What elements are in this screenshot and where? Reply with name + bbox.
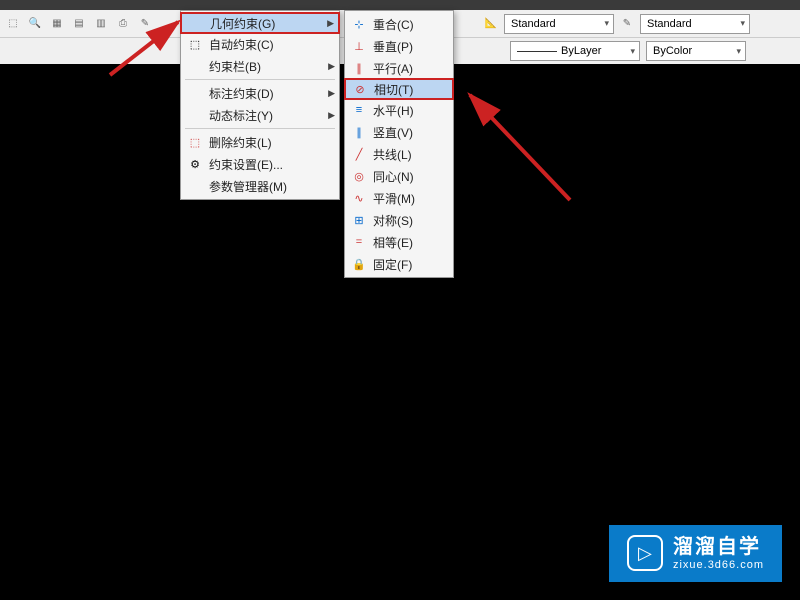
submenu-item-symmetric[interactable]: ⊞ 对称(S) (345, 209, 453, 231)
menu-label: 动态标注(Y) (209, 107, 321, 124)
chevron-right-icon: ▶ (328, 88, 335, 99)
submenu-item-equal[interactable]: = 相等(E) (345, 231, 453, 253)
color-combo[interactable]: ByColor (646, 41, 746, 61)
menu-label: 同心(N) (373, 168, 435, 185)
menu-label: 固定(F) (373, 256, 435, 273)
tool-icon[interactable]: ⎙ (114, 15, 132, 33)
tool-icon[interactable]: ⬚ (4, 15, 22, 33)
menu-item-settings[interactable]: ⚙ 约束设置(E)... (181, 153, 339, 175)
geometric-submenu: ⊹ 重合(C) ⊥ 垂直(P) ∥ 平行(A) ⊘ 相切(T) ≡ 水平(H) … (344, 10, 454, 278)
submenu-item-coincident[interactable]: ⊹ 重合(C) (345, 13, 453, 35)
menu-label: 垂直(P) (373, 38, 435, 55)
menu-label: 平滑(M) (373, 190, 435, 207)
blank-icon (185, 107, 205, 123)
constraint-menu: 几何约束(G) ▶ ⬚ 自动约束(C) 约束栏(B) ▶ 标注约束(D) ▶ 动… (180, 10, 340, 200)
menu-item-delete[interactable]: ⬚ 删除约束(L) (181, 131, 339, 153)
combo-value: ByLayer (561, 45, 601, 57)
combo-value: ByColor (653, 45, 692, 57)
submenu-item-concentric[interactable]: ◎ 同心(N) (345, 165, 453, 187)
combo-value: Standard (511, 18, 556, 30)
tool-icon[interactable]: ▦ (48, 15, 66, 33)
submenu-item-perpendicular[interactable]: ⊥ 垂直(P) (345, 35, 453, 57)
menu-label: 自动约束(C) (209, 36, 321, 53)
menu-label: 参数管理器(M) (209, 178, 321, 195)
vertical-icon: ∥ (349, 124, 369, 140)
concentric-icon: ◎ (349, 168, 369, 184)
menu-separator (185, 79, 335, 80)
chevron-right-icon: ▶ (328, 61, 335, 72)
tool-icon[interactable]: 📐 (482, 15, 500, 33)
style-combo-1[interactable]: Standard (504, 14, 614, 34)
menu-item-auto[interactable]: ⬚ 自动约束(C) (181, 33, 339, 55)
submenu-item-collinear[interactable]: ╱ 共线(L) (345, 143, 453, 165)
blank-icon (185, 178, 205, 194)
menu-label: 约束栏(B) (209, 58, 321, 75)
title-bar (0, 0, 800, 10)
delete-constraint-icon: ⬚ (185, 134, 205, 150)
menu-label: 竖直(V) (373, 124, 435, 141)
auto-constraint-icon: ⬚ (185, 36, 205, 52)
symmetric-icon: ⊞ (349, 212, 369, 228)
menu-label: 删除约束(L) (209, 134, 321, 151)
tool-icon[interactable]: 🔍 (26, 15, 44, 33)
perpendicular-icon: ⊥ (349, 38, 369, 54)
watermark: ▷ 溜溜自学 zixue.3d66.com (609, 525, 782, 582)
coincident-icon: ⊹ (349, 16, 369, 32)
menu-item-geometric[interactable]: 几何约束(G) ▶ (180, 12, 340, 34)
linetype-combo[interactable]: ByLayer (510, 41, 640, 61)
menu-label: 相切(T) (374, 81, 434, 98)
menu-label: 几何约束(G) (210, 15, 320, 32)
tool-icon[interactable]: ▥ (92, 15, 110, 33)
watermark-url: zixue.3d66.com (673, 559, 764, 572)
submenu-item-parallel[interactable]: ∥ 平行(A) (345, 57, 453, 79)
blank-icon (186, 15, 206, 31)
submenu-item-fix[interactable]: 🔒 固定(F) (345, 253, 453, 275)
horizontal-icon: ≡ (349, 102, 369, 118)
equal-icon: = (349, 234, 369, 250)
chevron-right-icon: ▶ (328, 110, 335, 121)
style-combo-2[interactable]: Standard (640, 14, 750, 34)
menu-label: 标注约束(D) (209, 85, 321, 102)
menu-label: 重合(C) (373, 16, 435, 33)
smooth-icon: ∿ (349, 190, 369, 206)
tangent-icon: ⊘ (350, 81, 370, 97)
menu-label: 约束设置(E)... (209, 156, 321, 173)
tool-icon[interactable]: ✎ (618, 15, 636, 33)
menu-label: 对称(S) (373, 212, 435, 229)
collinear-icon: ╱ (349, 146, 369, 162)
menu-item-dimensional[interactable]: 标注约束(D) ▶ (181, 82, 339, 104)
watermark-title: 溜溜自学 (673, 535, 764, 559)
submenu-item-horizontal[interactable]: ≡ 水平(H) (345, 99, 453, 121)
menu-item-constraint-bar[interactable]: 约束栏(B) ▶ (181, 55, 339, 77)
submenu-item-tangent[interactable]: ⊘ 相切(T) (344, 78, 454, 100)
submenu-item-smooth[interactable]: ∿ 平滑(M) (345, 187, 453, 209)
menu-label: 共线(L) (373, 146, 435, 163)
combo-value: Standard (647, 18, 692, 30)
menu-label: 相等(E) (373, 234, 435, 251)
parallel-icon: ∥ (349, 60, 369, 76)
chevron-right-icon: ▶ (327, 18, 334, 29)
blank-icon (185, 58, 205, 74)
menu-separator (185, 128, 335, 129)
blank-icon (185, 85, 205, 101)
settings-icon: ⚙ (185, 156, 205, 172)
menu-item-param-manager[interactable]: 参数管理器(M) (181, 175, 339, 197)
play-icon: ▷ (627, 535, 663, 571)
lock-icon: 🔒 (349, 256, 369, 272)
menu-item-dynamic[interactable]: 动态标注(Y) ▶ (181, 104, 339, 126)
submenu-item-vertical[interactable]: ∥ 竖直(V) (345, 121, 453, 143)
tool-icon[interactable]: ✎ (136, 15, 154, 33)
menu-label: 水平(H) (373, 102, 435, 119)
tool-icon[interactable]: ▤ (70, 15, 88, 33)
menu-label: 平行(A) (373, 60, 435, 77)
line-sample-icon (517, 51, 557, 52)
